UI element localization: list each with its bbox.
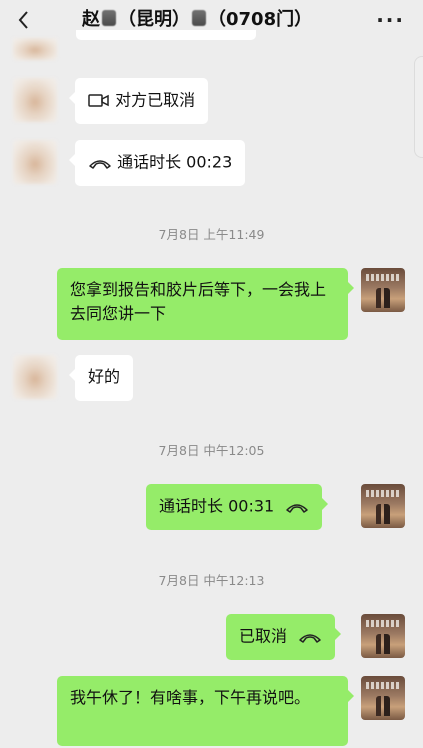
outgoing-message[interactable]: 我午休了！有啥事，下午再说吧。 bbox=[57, 676, 354, 746]
message-text: 您拿到报告和胶片后等下，一会我上去同您讲一下 bbox=[70, 280, 327, 323]
avatar[interactable] bbox=[13, 38, 57, 60]
call-duration-message[interactable]: 通话时长 00:23 bbox=[68, 140, 246, 186]
self-avatar[interactable] bbox=[361, 676, 405, 720]
video-camera-icon bbox=[88, 93, 109, 107]
timestamp: 7月8日 上午11:49 bbox=[158, 227, 265, 242]
self-avatar[interactable] bbox=[361, 614, 405, 658]
title-location: （昆明） bbox=[118, 9, 190, 30]
message-text: 对方已取消 bbox=[115, 90, 196, 110]
self-avatar[interactable] bbox=[361, 484, 405, 528]
timestamp: 7月8日 中午12:05 bbox=[158, 443, 265, 458]
phone-hangup-icon bbox=[89, 159, 111, 169]
message-text: 我午休了！有啥事，下午再说吧。 bbox=[70, 688, 311, 707]
timestamp: 7月8日 中午12:13 bbox=[158, 573, 265, 588]
outgoing-message[interactable]: 您拿到报告和胶片后等下，一会我上去同您讲一下 bbox=[57, 268, 354, 340]
title-close-paren: ） bbox=[294, 9, 313, 30]
video-call-cancelled-message[interactable]: 对方已取消 bbox=[68, 78, 209, 124]
message-text: 好的 bbox=[88, 367, 121, 386]
phone-hangup-icon bbox=[286, 503, 309, 513]
blurred-name-part bbox=[102, 10, 116, 26]
outgoing-call-cancelled-message[interactable]: 已取消 bbox=[226, 614, 342, 660]
title-department: （0708门 bbox=[208, 9, 295, 30]
message-text: 通话时长 00:31 bbox=[159, 496, 275, 516]
avatar[interactable] bbox=[13, 355, 57, 399]
avatar[interactable] bbox=[13, 78, 57, 122]
title-name-prefix: 赵 bbox=[82, 9, 100, 30]
outgoing-call-duration-message[interactable]: 通话时长 00:31 bbox=[146, 484, 329, 530]
chevron-left-icon[interactable] bbox=[14, 8, 34, 32]
message-text: 通话时长 00:23 bbox=[117, 152, 233, 172]
side-scroll-handle[interactable] bbox=[414, 56, 423, 158]
avatar[interactable] bbox=[13, 140, 57, 184]
partial-message-bubble bbox=[76, 30, 256, 40]
phone-hangup-icon bbox=[299, 633, 321, 643]
incoming-message[interactable]: 好的 bbox=[68, 355, 134, 401]
blurred-name-part bbox=[192, 10, 206, 26]
more-options-icon[interactable]: ··· bbox=[376, 10, 405, 30]
message-text: 已取消 bbox=[239, 626, 288, 646]
self-avatar[interactable] bbox=[361, 268, 405, 312]
